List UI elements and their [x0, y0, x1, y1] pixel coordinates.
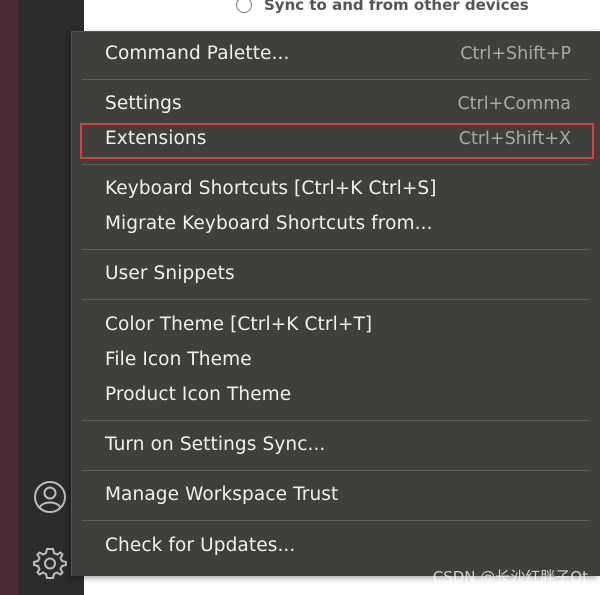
menu-item-label: Keyboard Shortcuts [Ctrl+K Ctrl+S]: [105, 178, 437, 199]
menu-item-color-theme[interactable]: Color Theme [Ctrl+K Ctrl+T]: [72, 309, 600, 343]
menu-item-label: File Icon Theme: [105, 349, 252, 370]
menu-separator: [82, 299, 589, 300]
menu-item-shortcut: Ctrl+Shift+X: [458, 129, 571, 149]
menu-item-shortcut: Ctrl+Shift+P: [460, 44, 571, 64]
menu-separator: [82, 520, 589, 521]
menu-separator: [82, 470, 589, 471]
menu-item-label: Turn on Settings Sync...: [105, 434, 326, 455]
menu-separator: [82, 249, 589, 250]
sync-option-row[interactable]: Sync to and from other devices: [236, 0, 529, 16]
menu-item-label: Command Palette...: [105, 43, 290, 64]
gear-icon[interactable]: [32, 545, 68, 581]
menu-item-command-palette[interactable]: Command Palette... Ctrl+Shift+P: [72, 38, 600, 72]
menu-item-label: Migrate Keyboard Shortcuts from...: [105, 213, 433, 234]
menu-item-settings-sync[interactable]: Turn on Settings Sync...: [72, 429, 600, 463]
menu-item-label: Check for Updates...: [105, 535, 296, 556]
menu-item-settings[interactable]: Settings Ctrl+Comma: [72, 88, 600, 122]
screenshot-frame: Sync to and from other devices Command P…: [0, 0, 600, 595]
menu-item-shortcut: Ctrl+Comma: [457, 94, 571, 114]
sync-option-label: Sync to and from other devices: [264, 0, 529, 14]
window-edge: [0, 0, 18, 595]
menu-item-user-snippets[interactable]: User Snippets: [72, 258, 600, 292]
menu-item-label: Color Theme [Ctrl+K Ctrl+T]: [105, 314, 373, 335]
manage-context-menu: Command Palette... Ctrl+Shift+P Settings…: [71, 31, 600, 576]
menu-separator: [82, 79, 589, 80]
menu-item-label: Settings: [105, 93, 182, 114]
menu-item-workspace-trust[interactable]: Manage Workspace Trust: [72, 479, 600, 513]
menu-item-product-icon-theme[interactable]: Product Icon Theme: [72, 379, 600, 413]
menu-separator: [82, 164, 589, 165]
menu-item-file-icon-theme[interactable]: File Icon Theme: [72, 344, 600, 378]
account-icon[interactable]: [32, 479, 68, 515]
menu-item-label: Extensions: [105, 128, 207, 149]
menu-item-migrate-keyboard-shortcuts[interactable]: Migrate Keyboard Shortcuts from...: [72, 208, 600, 242]
menu-item-label: User Snippets: [105, 263, 235, 284]
menu-item-label: Product Icon Theme: [105, 384, 292, 405]
menu-item-keyboard-shortcuts[interactable]: Keyboard Shortcuts [Ctrl+K Ctrl+S]: [72, 173, 600, 207]
sync-radio-button[interactable]: [236, 0, 252, 13]
menu-item-label: Manage Workspace Trust: [105, 484, 339, 505]
watermark: CSDN @长沙红胖子Qt: [432, 568, 588, 586]
menu-item-extensions[interactable]: Extensions Ctrl+Shift+X: [72, 123, 600, 157]
menu-item-check-for-updates[interactable]: Check for Updates...: [72, 530, 600, 564]
menu-separator: [82, 420, 589, 421]
